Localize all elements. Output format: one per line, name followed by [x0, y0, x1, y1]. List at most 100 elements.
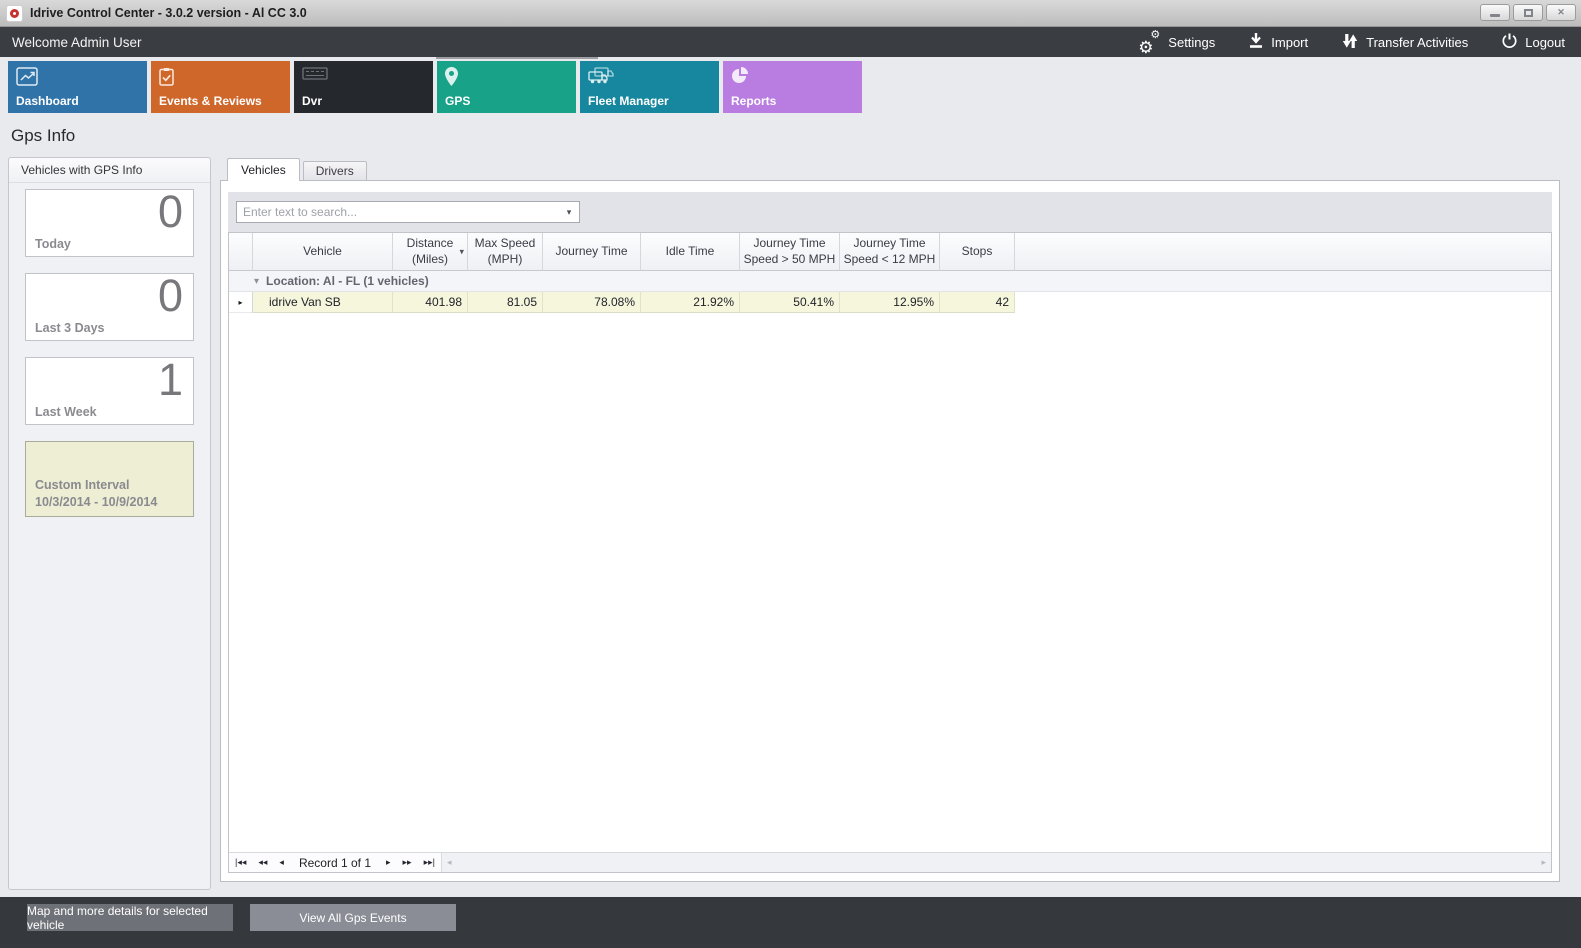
row-indicator-icon: ▸ [238, 298, 242, 307]
header-filler-cell [1015, 233, 1551, 271]
top-toolbar: Welcome Admin User ⚙ ⚙ Settings Import T… [0, 27, 1581, 57]
settings-button[interactable]: ⚙ ⚙ Settings [1138, 32, 1215, 52]
card-last-week-label: Last Week [35, 405, 97, 419]
power-icon [1502, 33, 1517, 51]
cell-vehicle[interactable]: idrive Van SB [253, 292, 393, 313]
tile-reports[interactable]: Reports [723, 61, 862, 113]
welcome-text: Welcome Admin User [0, 35, 142, 50]
cell-journey-time[interactable]: 78.08% [543, 292, 641, 313]
header-journey-time-under-12[interactable]: Journey Time Speed < 12 MPH [840, 233, 940, 271]
tile-dvr-label: Dvr [302, 94, 322, 108]
sort-desc-icon: ▾ [459, 246, 464, 257]
group-row-location[interactable]: ▾ Location: Al - FL (1 vehicles) [229, 271, 1551, 292]
pager-next-page-button[interactable]: ▸▸ [403, 857, 412, 868]
card-custom-interval[interactable]: Custom Interval 10/3/2014 - 10/9/2014 [25, 441, 194, 517]
tile-dashboard[interactable]: Dashboard [8, 61, 147, 113]
tile-gps-label: GPS [445, 94, 470, 108]
logout-label: Logout [1525, 35, 1565, 50]
close-icon: ✕ [1557, 7, 1565, 18]
card-last-week-value: 1 [158, 354, 183, 406]
tab-drivers[interactable]: Drivers [303, 161, 367, 181]
close-button[interactable]: ✕ [1546, 4, 1576, 21]
scroll-left-icon[interactable]: ◂ [447, 857, 452, 868]
card-last-week[interactable]: 1 Last Week [25, 357, 194, 425]
maximize-button[interactable] [1513, 4, 1543, 21]
header-journey-time-over-50[interactable]: Journey Time Speed > 50 MPH [740, 233, 840, 271]
tile-events-reviews[interactable]: Events & Reviews [151, 61, 290, 113]
card-today-value: 0 [158, 186, 183, 238]
vehicles-grid: Vehicle Distance (Miles) ▾ Max Speed (MP… [228, 232, 1552, 873]
tile-reports-label: Reports [731, 94, 776, 108]
tile-fleet-manager-label: Fleet Manager [588, 94, 669, 108]
tile-gps[interactable]: GPS [437, 61, 576, 113]
grid-pager: |◂◂ ◂◂ ◂ Record 1 of 1 ▸ ▸▸ ▸▸| ◂ ▸ [229, 852, 1551, 872]
page-title: Gps Info [11, 126, 75, 146]
import-button[interactable]: Import [1249, 33, 1308, 51]
horizontal-scrollbar[interactable]: ◂ ▸ [441, 853, 1551, 872]
cell-idle-time[interactable]: 21.92% [641, 292, 740, 313]
pager-record-text: Record 1 of 1 [299, 856, 371, 870]
header-journey-time[interactable]: Journey Time [543, 233, 641, 271]
map-pin-icon [445, 67, 458, 91]
cell-distance[interactable]: 401.98 [393, 292, 468, 313]
scroll-right-icon[interactable]: ▸ [1541, 857, 1546, 868]
card-last-3-days-value: 0 [158, 270, 183, 322]
transfer-activities-label: Transfer Activities [1366, 35, 1468, 50]
maximize-icon [1524, 9, 1533, 17]
tile-fleet-manager[interactable]: Fleet Manager [580, 61, 719, 113]
logout-button[interactable]: Logout [1502, 33, 1565, 51]
map-details-button[interactable]: Map and more details for selected vehicl… [27, 904, 233, 931]
search-strip: ▾ [228, 192, 1552, 232]
settings-label: Settings [1168, 35, 1215, 50]
app-logo-ring [10, 9, 19, 18]
pager-prev-button[interactable]: ◂ [279, 857, 284, 868]
pager-last-button[interactable]: ▸▸| [424, 857, 435, 868]
vehicles-tab-panel: ▾ Vehicle Distance (Miles) ▾ Max Speed (… [220, 180, 1560, 882]
view-all-gps-events-button[interactable]: View All Gps Events [250, 904, 456, 931]
cell-journey-time-over-50[interactable]: 50.41% [740, 292, 840, 313]
header-max-speed[interactable]: Max Speed (MPH) [468, 233, 543, 271]
card-last-3-days-label: Last 3 Days [35, 321, 104, 335]
header-vehicle[interactable]: Vehicle [253, 233, 393, 271]
cell-stops[interactable]: 42 [940, 292, 1015, 313]
pager-first-button[interactable]: |◂◂ [235, 857, 246, 868]
grid-empty-body [229, 313, 1551, 852]
header-idle-time[interactable]: Idle Time [641, 233, 740, 271]
tab-vehicles[interactable]: Vehicles [227, 158, 300, 181]
import-label: Import [1271, 35, 1308, 50]
search-input[interactable] [237, 205, 559, 219]
sidebar-title: Vehicles with GPS Info [9, 158, 210, 183]
minimize-icon [1490, 14, 1500, 17]
pager-prev-page-button[interactable]: ◂◂ [258, 857, 267, 868]
card-today[interactable]: 0 Today [25, 189, 194, 257]
clipboard-check-icon [159, 67, 174, 91]
gps-selected-indicator [436, 57, 598, 59]
tile-dvr[interactable]: Dvr [294, 61, 433, 113]
window-titlebar: Idrive Control Center - 3.0.2 version - … [0, 0, 1581, 27]
trucks-icon [588, 67, 614, 89]
bottom-action-bar: Map and more details for selected vehicl… [0, 897, 1581, 948]
tile-events-reviews-label: Events & Reviews [159, 94, 262, 108]
cell-journey-time-under-12[interactable]: 12.95% [840, 292, 940, 313]
header-stops[interactable]: Stops [940, 233, 1015, 271]
group-row-label: Location: Al - FL (1 vehicles) [266, 274, 429, 288]
minimize-button[interactable] [1480, 4, 1510, 21]
transfer-activities-button[interactable]: Transfer Activities [1342, 33, 1468, 52]
table-row[interactable]: ▸ idrive Van SB 401.98 81.05 78.08% 21.9… [229, 292, 1551, 313]
dvr-plate-icon [302, 67, 328, 85]
search-combobox: ▾ [236, 201, 580, 223]
main-tabs: Vehicles Drivers [227, 158, 367, 181]
interval-cards: 0 Today 0 Last 3 Days 1 Last Week Custom… [9, 183, 210, 517]
window-title: Idrive Control Center - 3.0.2 version - … [30, 6, 307, 20]
card-custom-interval-label: Custom Interval 10/3/2014 - 10/9/2014 [35, 477, 157, 511]
window-controls: ✕ [1480, 4, 1576, 21]
gears-icon: ⚙ ⚙ [1138, 32, 1160, 52]
tile-dashboard-label: Dashboard [16, 94, 79, 108]
pager-next-button[interactable]: ▸ [386, 857, 391, 868]
search-dropdown-icon[interactable]: ▾ [559, 207, 579, 218]
cell-max-speed[interactable]: 81.05 [468, 292, 543, 313]
card-last-3-days[interactable]: 0 Last 3 Days [25, 273, 194, 341]
group-collapse-icon[interactable]: ▾ [254, 276, 259, 287]
cell-filler [1015, 292, 1551, 313]
header-distance[interactable]: Distance (Miles) ▾ [393, 233, 468, 271]
